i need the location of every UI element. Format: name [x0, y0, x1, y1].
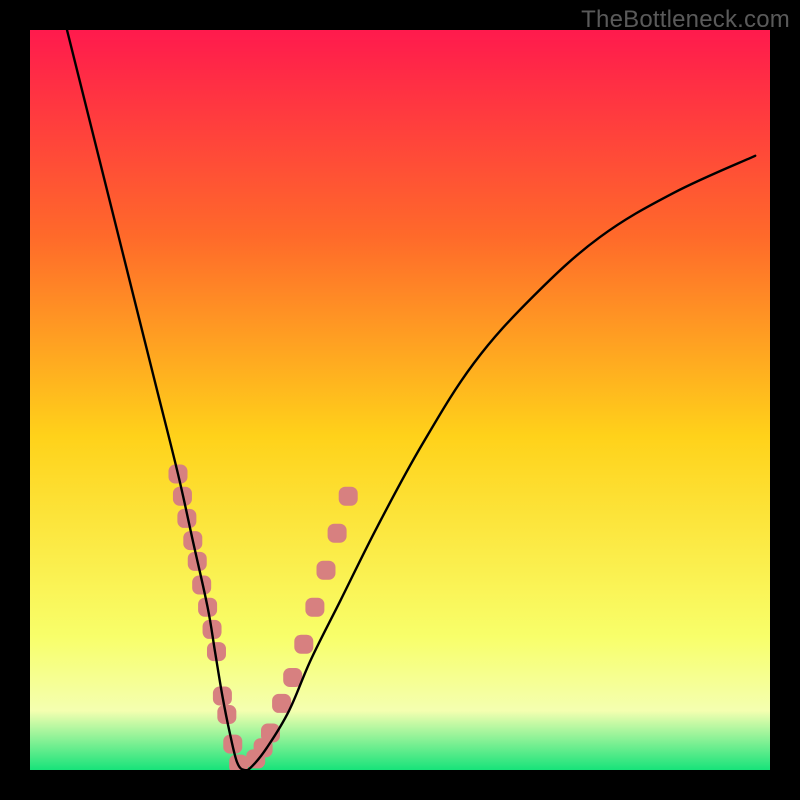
data-marker — [305, 598, 324, 617]
data-marker — [317, 561, 336, 580]
data-marker — [294, 635, 313, 654]
data-marker — [339, 487, 358, 506]
outer-frame: TheBottleneck.com — [0, 0, 800, 800]
bottleneck-curve — [67, 30, 755, 770]
data-marker — [328, 524, 347, 543]
chart-area — [30, 30, 770, 770]
curve-layer — [30, 30, 770, 770]
scatter-markers — [169, 465, 358, 771]
